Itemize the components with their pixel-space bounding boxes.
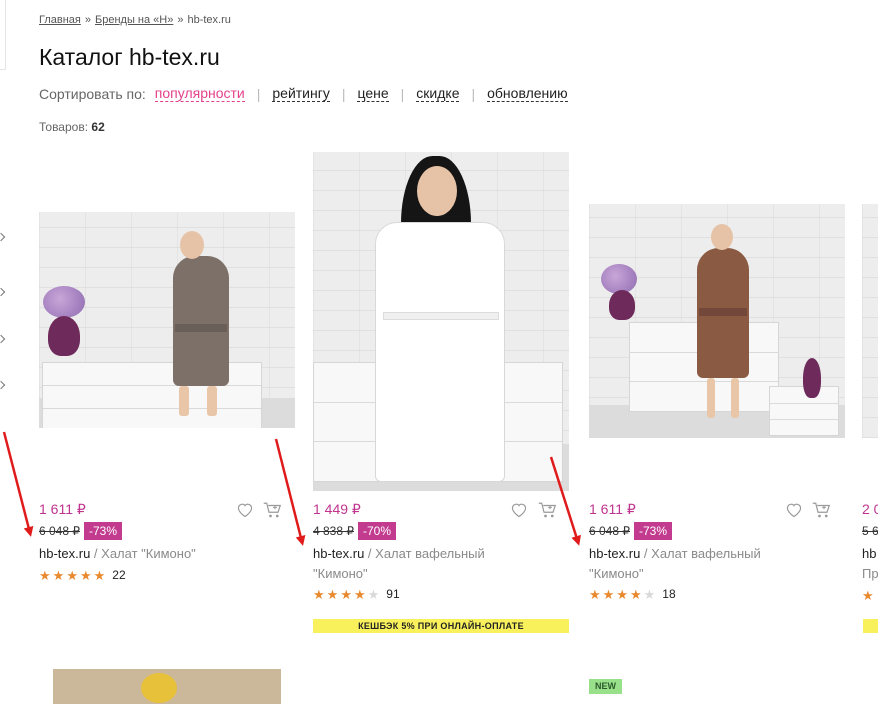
heart-icon[interactable]: [510, 502, 528, 518]
star-empty-icon: ★: [367, 586, 380, 602]
old-price-row: 4 838 ₽ -70%: [313, 522, 397, 540]
old-price: 5 6: [862, 524, 878, 538]
sort-by-discount[interactable]: скидке: [416, 86, 460, 102]
sort-bar: Сортировать по: популярности | рейтингу …: [39, 86, 568, 102]
sort-label: Сортировать по:: [39, 86, 146, 102]
old-price: 6 048 ₽: [589, 524, 630, 538]
product-count-value: 62: [91, 120, 105, 134]
price: 1 449 ₽: [313, 501, 361, 517]
sort-by-rating[interactable]: рейтингу: [272, 86, 330, 102]
star-icon: ★: [616, 586, 628, 602]
product-count: Товаров: 62: [39, 120, 105, 134]
product-title[interactable]: Халат "Кимоно": [101, 546, 196, 561]
cart-icon[interactable]: [262, 501, 282, 519]
breadcrumb-current: hb-tex.ru: [187, 14, 231, 26]
new-badge: NEW: [589, 679, 622, 694]
breadcrumb-home[interactable]: Главная: [39, 14, 81, 26]
star-icon: ★: [313, 586, 325, 602]
product-divider: /: [364, 546, 376, 561]
product-image[interactable]: [589, 204, 845, 438]
review-count[interactable]: 22: [112, 568, 125, 582]
sort-divider: |: [341, 86, 346, 102]
sort-divider: |: [400, 86, 405, 102]
old-price-row: 6 048 ₽ -73%: [589, 522, 673, 540]
product-brand[interactable]: hb-tex.ru: [39, 546, 90, 561]
product-image[interactable]: [53, 669, 281, 704]
star-icon: ★: [326, 586, 339, 602]
star-icon: ★: [629, 586, 642, 602]
heart-icon[interactable]: [236, 502, 254, 518]
product-title[interactable]: Пр: [862, 566, 878, 581]
discount-badge: -73%: [634, 522, 673, 540]
star-icon: ★: [66, 567, 78, 583]
price: 1 611 ₽: [589, 501, 636, 517]
breadcrumb: Главная» Бренды на «Н»» hb-tex.ru: [39, 14, 231, 26]
chevron-right-icon[interactable]: [0, 287, 6, 297]
rating: ★ ★ ★ ★ ★ 18: [589, 587, 676, 601]
star-empty-icon: ★: [643, 586, 656, 602]
price: 2 0: [862, 501, 878, 517]
cashback-banner: [863, 619, 878, 633]
rating: ★ ★ ★ ★ ★ 91: [313, 587, 400, 601]
star-icon: ★: [340, 586, 352, 602]
review-count[interactable]: 91: [386, 587, 399, 601]
left-panel-edge: [0, 0, 6, 70]
star-icon: ★: [93, 567, 106, 583]
old-price-row: 6 048 ₽ -73%: [39, 522, 123, 540]
sort-divider: |: [471, 86, 476, 102]
sort-by-update[interactable]: обновлению: [487, 86, 568, 102]
star-icon: ★: [79, 567, 92, 583]
page-title: Каталог hb-tex.ru: [39, 44, 220, 70]
sort-divider: |: [256, 86, 261, 102]
breadcrumb-brands[interactable]: Бренды на «Н»: [95, 14, 173, 26]
product-count-label: Товаров:: [39, 120, 89, 134]
product-divider: /: [90, 546, 102, 561]
rating: ★ ★ ★ ★ ★ 22: [39, 568, 126, 582]
product-brand[interactable]: hb-tex.ru: [313, 546, 364, 561]
chevron-right-icon[interactable]: [0, 334, 6, 344]
product-brand[interactable]: hb-tex.ru: [589, 546, 640, 561]
breadcrumb-separator: »: [84, 14, 91, 26]
annotation-arrow: [274, 438, 306, 546]
cart-icon[interactable]: [537, 501, 557, 519]
product-image[interactable]: [39, 212, 295, 428]
star-icon: ★: [52, 567, 65, 583]
old-price: 4 838 ₽: [313, 524, 354, 538]
discount-badge: -70%: [358, 522, 397, 540]
review-count[interactable]: 18: [662, 587, 675, 601]
old-price: 6 048 ₽: [39, 524, 80, 538]
star-icon: ★: [589, 586, 601, 602]
breadcrumb-separator: »: [177, 14, 184, 26]
discount-badge: -73%: [84, 522, 123, 540]
star-icon: ★: [602, 586, 615, 602]
annotation-arrow: [2, 431, 34, 537]
product-name[interactable]: hb-tex.ru / Халат вафельный "Кимоно": [589, 544, 774, 584]
chevron-right-icon[interactable]: [0, 232, 6, 242]
sort-by-price[interactable]: цене: [357, 86, 389, 102]
chevron-right-icon[interactable]: [0, 380, 6, 390]
product-name[interactable]: hb-tex.ru / Халат вафельный "Кимоно": [313, 544, 498, 584]
product-brand[interactable]: hb: [862, 546, 878, 561]
product-image[interactable]: [862, 204, 878, 438]
star-icon: ★: [353, 586, 366, 602]
star-icon: ★: [39, 567, 51, 583]
star-icon: ★: [862, 589, 874, 602]
cart-icon[interactable]: [811, 501, 831, 519]
product-divider: /: [640, 546, 652, 561]
heart-icon[interactable]: [785, 502, 803, 518]
product-name[interactable]: hb-tex.ru / Халат "Кимоно": [39, 544, 249, 564]
price: 1 611 ₽: [39, 501, 86, 517]
product-image[interactable]: [313, 152, 569, 491]
sort-by-popularity[interactable]: популярности: [154, 86, 245, 102]
cashback-banner: КЕШБЭК 5% ПРИ ОНЛАЙН-ОПЛАТЕ: [313, 619, 569, 633]
